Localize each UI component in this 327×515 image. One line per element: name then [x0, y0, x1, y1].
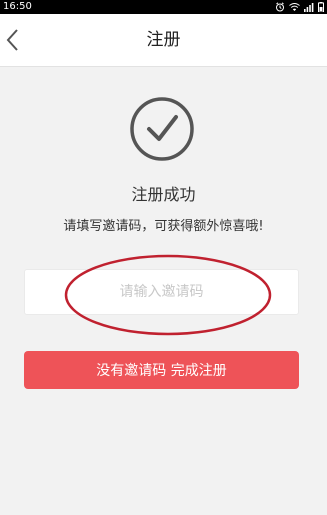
complete-registration-button[interactable]: 没有邀请码 完成注册 [24, 351, 299, 389]
invite-code-input[interactable] [24, 269, 299, 315]
status-time: 16:50 [3, 1, 32, 12]
status-bar: 16:50 [0, 0, 327, 14]
wifi-icon [289, 3, 300, 11]
alarm-icon [276, 2, 284, 12]
signal-icon [304, 3, 314, 12]
nav-bar: 注册 [0, 14, 327, 67]
success-subtitle: 请填写邀请码，可获得额外惊喜哦! [63, 219, 264, 234]
page-title: 注册 [146, 30, 181, 50]
check-circle-icon [130, 97, 194, 161]
status-icons [275, 0, 324, 14]
success-title: 注册成功 [131, 185, 196, 204]
battery-icon [318, 2, 324, 12]
